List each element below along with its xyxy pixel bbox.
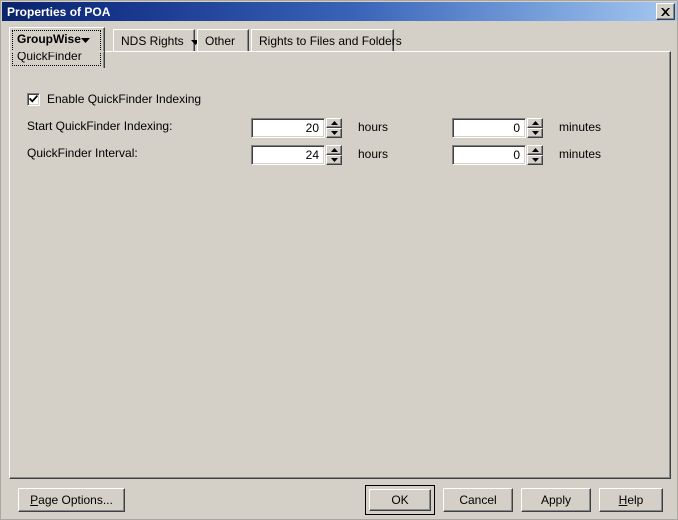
- page-options-rest: age Options...: [38, 493, 113, 507]
- enable-quickfinder-indexing-checkbox-row[interactable]: Enable QuickFinder Indexing: [27, 92, 201, 106]
- cancel-button[interactable]: Cancel: [443, 488, 513, 512]
- triangle-down-icon: [531, 130, 539, 135]
- window-title: Properties of POA: [7, 4, 111, 19]
- tab-nds-rights[interactable]: NDS Rights: [113, 29, 200, 51]
- tab-other-label: Other: [205, 33, 236, 48]
- start-hours-unit-label: hours: [358, 120, 389, 134]
- start-minutes-input[interactable]: 0: [452, 117, 526, 138]
- help-button[interactable]: Help: [599, 488, 663, 512]
- properties-dialog: Properties of POA NDS Rights Other Right…: [0, 0, 678, 520]
- tab-panel-notch: [10, 51, 104, 52]
- start-quickfinder-indexing-row: Start QuickFinder Indexing: 20 hours 0 m…: [27, 117, 647, 138]
- triangle-down-icon: [330, 130, 338, 135]
- interval-minutes-input[interactable]: 0: [452, 144, 526, 165]
- cancel-label: Cancel: [459, 493, 497, 507]
- triangle-down-icon: [531, 157, 539, 162]
- start-hours-stepper[interactable]: 20: [251, 117, 342, 138]
- start-minutes-unit-label: minutes: [559, 120, 602, 134]
- enable-quickfinder-indexing-label: Enable QuickFinder Indexing: [47, 92, 202, 106]
- tab-rights-to-files-and-folders[interactable]: Rights to Files and Folders: [251, 29, 402, 51]
- help-label: Help: [619, 493, 644, 507]
- interval-minutes-unit-label: minutes: [559, 147, 602, 161]
- interval-hours-input[interactable]: 24: [251, 144, 325, 165]
- tab-content-panel: Enable QuickFinder Indexing Start QuickF…: [9, 51, 671, 479]
- start-minutes-spinner[interactable]: [527, 117, 543, 138]
- start-hours-spinner[interactable]: [326, 117, 342, 138]
- tab-other[interactable]: Other: [197, 29, 249, 51]
- triangle-down-icon: [330, 157, 338, 162]
- help-rest: elp: [627, 493, 644, 507]
- triangle-up-icon: [531, 120, 539, 125]
- quickfinder-interval-row: QuickFinder Interval: 24 hours 0 minutes: [27, 144, 647, 165]
- apply-label: Apply: [540, 493, 572, 507]
- page-options-accel: P: [30, 493, 39, 507]
- dialog-button-bar: Page Options... OK Cancel Apply Help: [1, 485, 677, 519]
- apply-button[interactable]: Apply: [521, 488, 591, 512]
- interval-hours-stepper[interactable]: 24: [251, 144, 342, 165]
- page-options-button[interactable]: Page Options...: [18, 488, 125, 512]
- interval-minutes-spinner[interactable]: [527, 144, 543, 165]
- interval-minutes-spin-down-button[interactable]: [527, 154, 543, 165]
- tab-nds-rights-label: NDS Rights: [121, 33, 184, 48]
- interval-hours-spinner[interactable]: [326, 144, 342, 165]
- tab-focus-ring: [12, 30, 101, 66]
- start-minutes-spin-down-button[interactable]: [527, 127, 543, 138]
- checkmark-icon: [29, 95, 38, 103]
- interval-hours-spin-up-button[interactable]: [326, 144, 342, 155]
- start-hours-spin-down-button[interactable]: [326, 127, 342, 138]
- tab-groupwise[interactable]: GroupWise QuickFinder: [9, 27, 105, 68]
- triangle-up-icon: [531, 147, 539, 152]
- tab-rights-label: Rights to Files and Folders: [259, 33, 402, 48]
- page-options-label: Page Options...: [30, 493, 113, 507]
- interval-minutes-spin-up-button[interactable]: [527, 144, 543, 155]
- start-minutes-stepper[interactable]: 0: [452, 117, 543, 138]
- start-minutes-spin-up-button[interactable]: [527, 117, 543, 128]
- triangle-up-icon: [330, 120, 338, 125]
- interval-hours-unit-label: hours: [358, 147, 389, 161]
- start-hours-input[interactable]: 20: [251, 117, 325, 138]
- triangle-up-icon: [330, 147, 338, 152]
- start-hours-spin-up-button[interactable]: [326, 117, 342, 128]
- ok-button[interactable]: OK: [365, 485, 435, 515]
- ok-button-inner: OK: [369, 489, 431, 511]
- interval-hours-spin-down-button[interactable]: [326, 154, 342, 165]
- close-x-icon: [661, 7, 670, 16]
- start-quickfinder-indexing-label: Start QuickFinder Indexing:: [27, 119, 173, 133]
- ok-label: OK: [391, 493, 409, 507]
- title-bar[interactable]: Properties of POA: [2, 2, 677, 21]
- enable-quickfinder-indexing-checkbox[interactable]: [27, 92, 40, 106]
- interval-minutes-stepper[interactable]: 0: [452, 144, 543, 165]
- quickfinder-interval-label: QuickFinder Interval:: [27, 146, 138, 160]
- close-button[interactable]: [656, 3, 675, 20]
